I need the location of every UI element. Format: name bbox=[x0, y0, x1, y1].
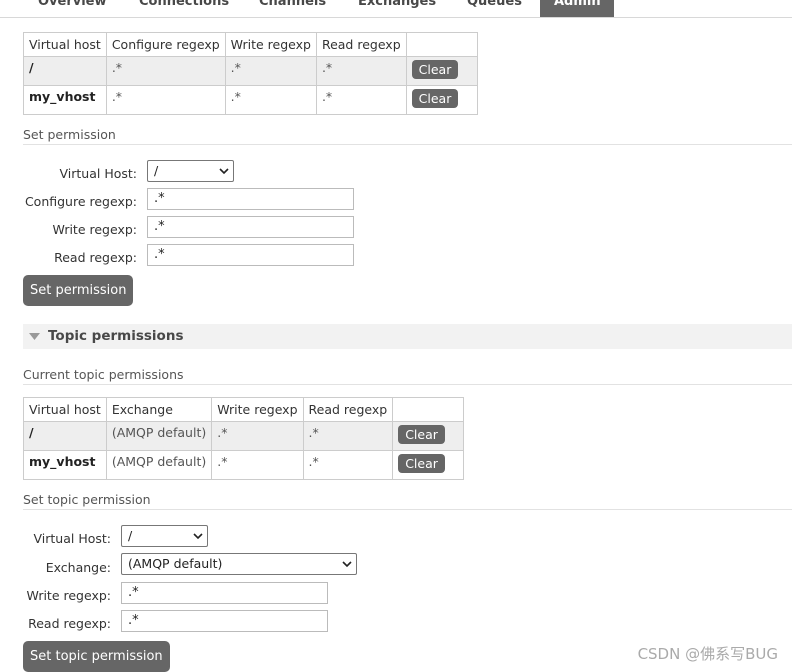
nav-tabs: Overview Connections Channels Exchanges … bbox=[0, 0, 792, 18]
col-virtual-host: Virtual host bbox=[23, 32, 107, 57]
write-regexp-input[interactable]: .* bbox=[147, 216, 354, 238]
cell-vhost: / bbox=[23, 56, 107, 86]
col-exchange: Exchange bbox=[105, 397, 213, 422]
cell-read: .* bbox=[315, 85, 407, 115]
topic-read-regexp-label: Read regexp: bbox=[28, 616, 111, 631]
col-write-regexp: Write regexp bbox=[211, 397, 304, 422]
tab-queues[interactable]: Queues bbox=[453, 0, 536, 17]
configure-regexp-input[interactable]: .* bbox=[147, 188, 354, 210]
read-regexp-label: Read regexp: bbox=[54, 250, 137, 265]
table-row: my_vhost (AMQP default) .* .* Clear bbox=[23, 450, 465, 480]
vhost-select-value: / bbox=[154, 163, 159, 178]
clear-button[interactable]: Clear bbox=[411, 60, 459, 79]
cell-vhost: my_vhost bbox=[23, 450, 107, 480]
topic-read-regexp-input[interactable]: .* bbox=[121, 610, 328, 632]
table-header-row: Virtual host Exchange Write regexp Read … bbox=[23, 397, 465, 422]
topic-permissions-toggle[interactable]: Topic permissions bbox=[23, 324, 792, 349]
tab-exchanges[interactable]: Exchanges bbox=[344, 0, 450, 17]
topic-write-regexp-input[interactable]: .* bbox=[121, 582, 328, 604]
divider bbox=[23, 384, 792, 385]
topic-permissions-title: Topic permissions bbox=[48, 328, 184, 344]
cell-action: Clear bbox=[405, 56, 478, 86]
read-regexp-input[interactable]: .* bbox=[147, 244, 354, 266]
write-regexp-label: Write regexp: bbox=[52, 222, 137, 237]
col-read-regexp: Read regexp bbox=[302, 397, 394, 422]
clear-button[interactable]: Clear bbox=[411, 89, 459, 108]
topic-vhost-select[interactable]: / bbox=[121, 525, 208, 547]
cell-vhost: my_vhost bbox=[23, 85, 107, 115]
tab-overview[interactable]: Overview bbox=[24, 0, 121, 17]
set-topic-permission-heading: Set topic permission bbox=[23, 492, 151, 507]
cell-read: .* bbox=[302, 450, 394, 480]
col-read-regexp: Read regexp bbox=[315, 32, 407, 57]
chevron-down-icon bbox=[193, 533, 203, 540]
permissions-table: Virtual host Configure regexp Write rege… bbox=[23, 32, 478, 115]
cell-action: Clear bbox=[405, 85, 478, 115]
col-write-regexp: Write regexp bbox=[224, 32, 317, 57]
cell-vhost: / bbox=[23, 421, 107, 451]
cell-exchange: (AMQP default) bbox=[105, 421, 213, 451]
table-row: / (AMQP default) .* .* Clear bbox=[23, 421, 465, 451]
chevron-down-icon bbox=[342, 561, 352, 568]
watermark: CSDN @佛系写BUG bbox=[637, 645, 778, 663]
topic-write-regexp-label: Write regexp: bbox=[26, 588, 111, 603]
cell-action: Clear bbox=[392, 421, 465, 451]
triangle-down-icon bbox=[29, 333, 40, 340]
cell-read: .* bbox=[302, 421, 394, 451]
divider bbox=[23, 509, 792, 510]
col-actions bbox=[392, 397, 465, 422]
clear-button[interactable]: Clear bbox=[398, 454, 445, 473]
set-permission-heading: Set permission bbox=[23, 127, 116, 142]
cell-write: .* bbox=[224, 85, 317, 115]
topic-vhost-label: Virtual Host: bbox=[33, 531, 112, 546]
exchange-select-value: (AMQP default) bbox=[128, 556, 223, 571]
exchange-label: Exchange: bbox=[45, 560, 111, 575]
table-row: my_vhost .* .* .* Clear bbox=[23, 85, 478, 115]
cell-write: .* bbox=[211, 421, 304, 451]
table-header-row: Virtual host Configure regexp Write rege… bbox=[23, 32, 478, 57]
cell-exchange: (AMQP default) bbox=[105, 450, 213, 480]
configure-regexp-label: Configure regexp: bbox=[24, 194, 137, 209]
set-permission-button[interactable]: Set permission bbox=[23, 275, 134, 306]
divider bbox=[23, 144, 792, 145]
col-configure-regexp: Configure regexp bbox=[105, 32, 226, 57]
cell-configure: .* bbox=[105, 85, 226, 115]
tab-channels[interactable]: Channels bbox=[245, 0, 340, 17]
cell-write: .* bbox=[211, 450, 304, 480]
set-topic-permission-button[interactable]: Set topic permission bbox=[23, 641, 170, 672]
cell-write: .* bbox=[224, 56, 317, 86]
topic-permissions-table: Virtual host Exchange Write regexp Read … bbox=[23, 397, 465, 480]
exchange-select[interactable]: (AMQP default) bbox=[121, 553, 357, 575]
table-row: / .* .* .* Clear bbox=[23, 56, 478, 86]
vhost-label: Virtual Host: bbox=[59, 166, 138, 181]
chevron-down-icon bbox=[219, 168, 229, 175]
clear-button[interactable]: Clear bbox=[398, 425, 445, 444]
vhost-select[interactable]: / bbox=[147, 160, 234, 182]
col-virtual-host: Virtual host bbox=[23, 397, 107, 422]
cell-read: .* bbox=[315, 56, 407, 86]
topic-vhost-select-value: / bbox=[128, 528, 133, 543]
tab-admin[interactable]: Admin bbox=[540, 0, 614, 17]
cell-action: Clear bbox=[392, 450, 465, 480]
tab-connections[interactable]: Connections bbox=[125, 0, 243, 17]
cell-configure: .* bbox=[105, 56, 226, 86]
current-topic-permissions-heading: Current topic permissions bbox=[23, 367, 184, 382]
col-actions bbox=[405, 32, 478, 57]
